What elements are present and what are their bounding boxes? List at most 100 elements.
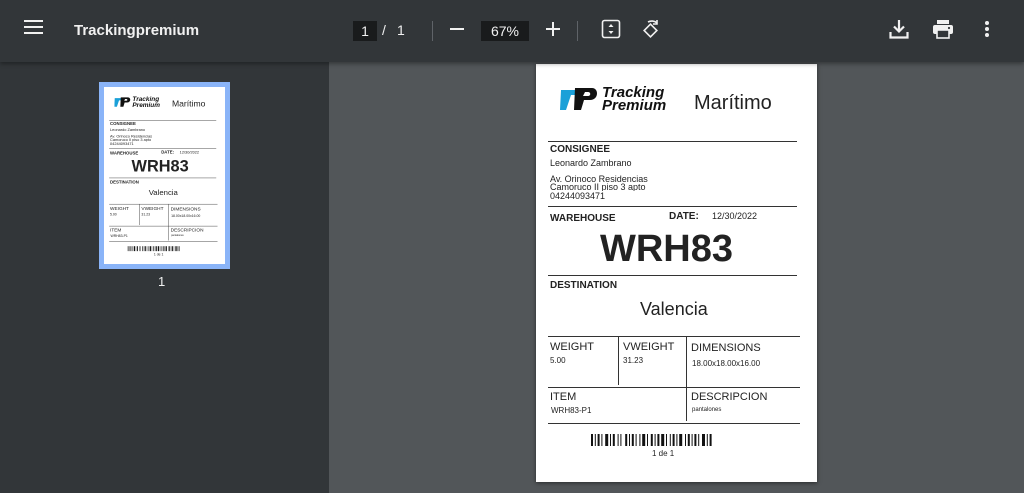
toolbar-divider: [577, 21, 578, 41]
fit-page-icon: [601, 19, 621, 44]
menu-icon: [24, 19, 50, 35]
description-heading: DESCRIPCION: [691, 391, 768, 403]
fit-page-button[interactable]: [596, 16, 626, 46]
brand-line-2: Premium: [602, 97, 667, 114]
divider: [548, 275, 797, 276]
barcode-bar: [130, 246, 132, 252]
barcode-caption: 1 de 1: [153, 252, 164, 257]
pdf-toolbar: Trackingpremium 1 / 1 67%: [0, 0, 1024, 62]
weight-heading: WEIGHT: [550, 341, 594, 353]
barcode-bar: [612, 434, 615, 446]
warehouse-code: WRH83: [131, 157, 189, 176]
barcode-bar: [706, 434, 708, 446]
barcode-bar: [625, 434, 628, 446]
zoom-out-button[interactable]: [442, 16, 472, 46]
print-button[interactable]: [928, 16, 958, 46]
barcode-bar: [127, 246, 129, 252]
description-value: pantalones: [692, 407, 722, 413]
vweight-heading: VWEIGHT: [141, 206, 164, 212]
weight-value: 5.00: [110, 212, 117, 217]
warehouse-code: WRH83: [600, 228, 734, 270]
more-vert-icon: [984, 20, 990, 43]
date-heading: DATE:: [669, 211, 699, 222]
barcode-bar: [617, 434, 619, 446]
download-button[interactable]: [884, 16, 914, 46]
barcode-bar: [178, 246, 180, 252]
barcode-bar: [153, 246, 155, 252]
vweight-value: 31.23: [141, 212, 151, 217]
barcode-bar: [709, 434, 712, 446]
consignee-address-line-2: Camoruco II piso 3 apto: [550, 183, 646, 191]
page-total: 1: [397, 22, 405, 38]
weight-heading: WEIGHT: [110, 206, 129, 212]
column-divider: [618, 336, 619, 385]
barcode-bar: [149, 246, 151, 252]
barcode-bar: [605, 434, 609, 446]
brand-logo-icon: [114, 96, 131, 109]
zoom-in-button[interactable]: [538, 16, 568, 46]
dimensions-value: 18.00x18.00x16.00: [171, 213, 201, 218]
dimensions-value: 18.00x18.00x16.00: [692, 359, 761, 368]
thumbnail-page: Tracking Premium Marítimo CONSIGNEE Leon…: [104, 87, 225, 264]
address-clip: Camoruco II piso 3 apto: [550, 183, 710, 191]
service-type: Marítimo: [694, 92, 772, 114]
barcode-bar: [157, 246, 160, 252]
zoom-in-icon: [546, 21, 560, 41]
barcode-bar: [661, 434, 665, 446]
page-thumbnail[interactable]: Tracking Premium Marítimo CONSIGNEE Leon…: [99, 82, 230, 269]
barcode-bar: [702, 434, 705, 446]
barcode-bar: [647, 434, 648, 446]
item-value: WRH83-P1: [551, 406, 592, 415]
dimensions-heading: DIMENSIONS: [170, 206, 201, 212]
vweight-value: 31.23: [623, 356, 644, 365]
destination-value: Valencia: [640, 299, 708, 319]
description-heading: DESCRIPCION: [170, 227, 204, 233]
date-value: 12/30/2022: [179, 150, 200, 155]
zoom-out-icon: [450, 22, 464, 41]
barcode-bar: [657, 434, 660, 446]
page-separator: /: [382, 22, 386, 38]
barcode-bar: [694, 434, 697, 446]
service-type: Marítimo: [171, 99, 206, 109]
thumbnail-page-number: 1: [158, 274, 166, 289]
page-number-input[interactable]: 1: [353, 21, 377, 41]
more-options-button[interactable]: [972, 16, 1002, 46]
barcode-bar: [597, 434, 600, 446]
menu-button[interactable]: [24, 19, 50, 43]
barcode-bar: [679, 434, 683, 446]
divider: [548, 387, 800, 388]
barcode-bar: [685, 434, 686, 446]
consignee-name: Leonardo Zambrano: [550, 158, 632, 168]
rotate-button[interactable]: [636, 16, 666, 46]
barcode-bar: [635, 434, 637, 446]
destination-heading: DESTINATION: [110, 179, 139, 185]
barcode: [127, 246, 180, 252]
destination-heading: DESTINATION: [550, 280, 618, 291]
barcode-bar: [137, 246, 138, 252]
divider: [548, 206, 797, 207]
thumbnail-content: Tracking Premium Marítimo CONSIGNEE Leon…: [104, 87, 225, 264]
barcode-bar: [145, 246, 147, 252]
barcode-bar: [169, 246, 171, 252]
barcode-bar: [639, 434, 641, 446]
barcode-bar: [591, 434, 593, 446]
divider: [548, 423, 800, 424]
barcode-bar: [642, 434, 646, 446]
barcode-bar: [610, 434, 611, 446]
dimensions-heading: DIMENSIONS: [691, 342, 761, 354]
description-value: pantalones: [171, 234, 184, 238]
barcode-bar: [601, 434, 603, 446]
brand-name: Tracking Premium: [602, 85, 667, 114]
item-heading: ITEM: [550, 391, 577, 403]
warehouse-heading: WAREHOUSE: [550, 213, 616, 224]
consignee-name: Leonardo Zambrano: [110, 127, 146, 132]
barcode-bar: [672, 434, 675, 446]
date-heading: DATE:: [161, 150, 175, 155]
item-heading: ITEM: [110, 227, 122, 233]
thumbnail-sidebar: Tracking Premium Marítimo CONSIGNEE Leon…: [0, 62, 329, 493]
barcode-bar: [631, 434, 634, 446]
barcode-bar: [172, 246, 173, 252]
document-title: Trackingpremium: [74, 22, 200, 39]
zoom-level-input[interactable]: 67%: [481, 21, 529, 41]
document-page: Tracking Premium Marítimo CONSIGNEE Leon…: [536, 64, 817, 482]
